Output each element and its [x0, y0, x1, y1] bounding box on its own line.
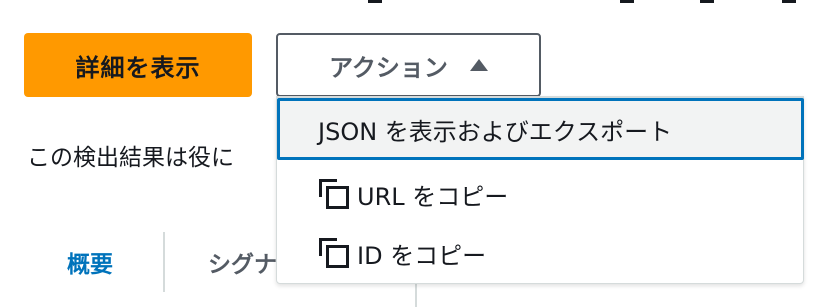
menu-item-label: JSON を表示およびエクスポート: [318, 117, 673, 146]
actions-dropdown-button[interactable]: アクション: [276, 33, 541, 97]
copy-icon: [319, 179, 349, 209]
actions-menu: JSON を表示およびエクスポート URL をコピー ID をコピー: [276, 96, 804, 284]
tab-divider: [163, 232, 165, 292]
caret-up-icon: [469, 59, 488, 71]
clipped-top-content: [0, 0, 824, 6]
feedback-question: この検出結果は役に: [27, 145, 234, 171]
copy-icon: [319, 238, 349, 268]
tab-signals[interactable]: シグナ: [208, 245, 277, 279]
menu-item-view-export-json[interactable]: JSON を表示およびエクスポート: [277, 98, 804, 160]
tab-overview[interactable]: 概要: [67, 245, 113, 279]
page: 詳細を表示 アクション この検出結果は役に 概要 シグナ JSON を表示および…: [0, 0, 824, 307]
menu-item-label: ID をコピー: [357, 241, 487, 270]
menu-item-copy-id[interactable]: ID をコピー: [277, 222, 803, 284]
view-details-button[interactable]: 詳細を表示: [24, 33, 252, 97]
actions-button-label: アクション: [329, 53, 448, 82]
menu-item-label: URL をコピー: [357, 182, 509, 211]
menu-item-copy-url[interactable]: URL をコピー: [277, 163, 803, 225]
